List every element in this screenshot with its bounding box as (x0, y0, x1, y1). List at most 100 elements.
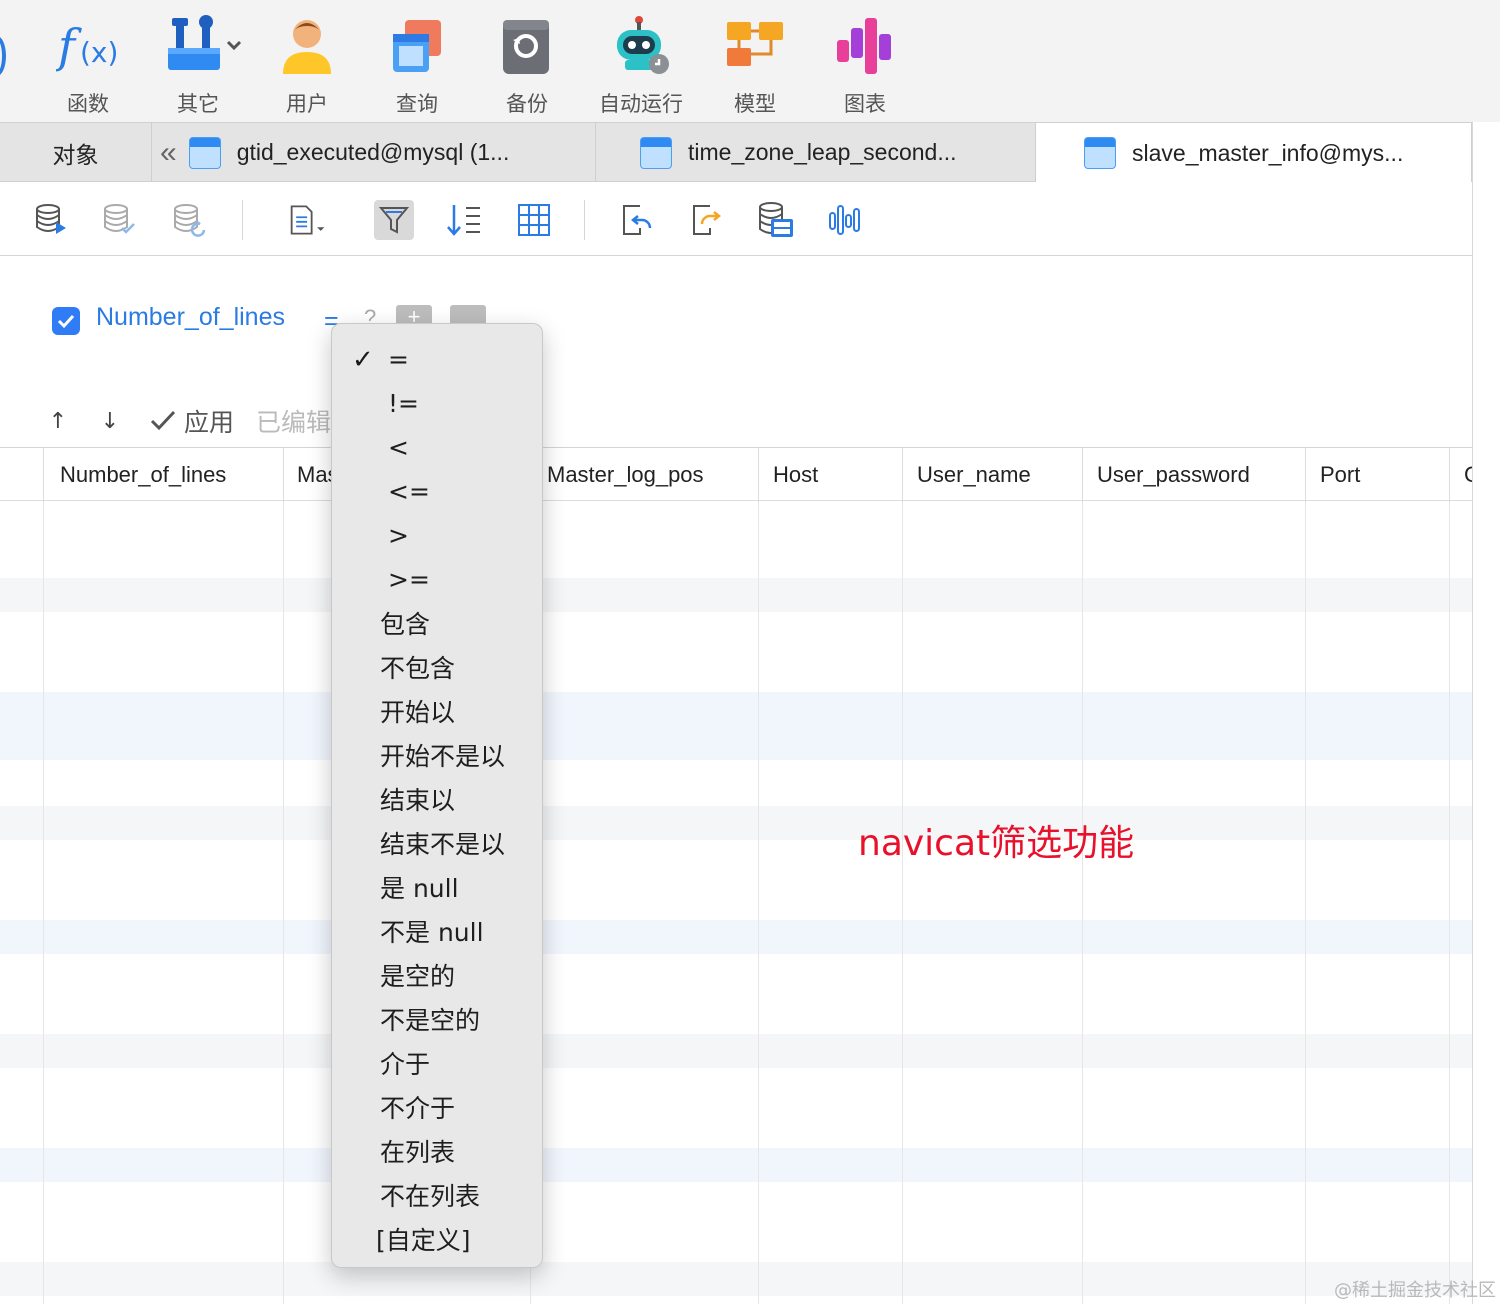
move-up-button[interactable]: ↑ (46, 409, 70, 434)
text-view-button[interactable] (288, 200, 328, 240)
toolbar-label: 其它 (177, 92, 219, 116)
filter-field-link[interactable]: Number_of_lines (96, 303, 285, 332)
operator-option-custom[interactable]: [自定义] (332, 1217, 542, 1261)
begin-transaction-button[interactable] (32, 200, 72, 240)
toolbar-charts-button[interactable]: 图表 (815, 14, 915, 118)
import-button[interactable] (616, 200, 656, 240)
grid-body (0, 501, 1472, 1304)
filter-button[interactable] (374, 200, 414, 240)
operator-option-equals[interactable]: ✓ = (332, 337, 542, 381)
table-row[interactable] (0, 578, 1472, 612)
operator-option-in-list[interactable]: 在列表 (332, 1129, 542, 1173)
annotation-text: navicat筛选功能 (858, 823, 1135, 864)
toolbar-label: 备份 (506, 92, 548, 116)
export-button[interactable] (686, 200, 726, 240)
tools-icon (166, 14, 242, 78)
table-row[interactable] (0, 1148, 1472, 1182)
tab-label: time_zone_leap_second... (688, 139, 957, 165)
operator-option-begins-with[interactable]: 开始以 (332, 689, 542, 733)
operator-option-greater-than[interactable]: > (332, 513, 542, 557)
begin-transaction-icon (36, 204, 66, 234)
operator-option-not-equals[interactable]: != (332, 381, 542, 425)
column-header-host[interactable]: Host (758, 448, 902, 502)
sort-icon (447, 205, 480, 236)
model-icon (723, 14, 787, 78)
table-row[interactable] (0, 692, 1472, 726)
filter-icon (378, 207, 410, 234)
import-icon (623, 205, 652, 235)
connection-icon[interactable] (0, 36, 6, 76)
operator-option-is-empty[interactable]: 是空的 (332, 953, 542, 997)
operator-option-is-not-empty[interactable]: 不是空的 (332, 997, 542, 1041)
toolbar-user-button[interactable]: 用户 (257, 14, 357, 118)
grid-view-button[interactable] (514, 200, 554, 240)
table-row[interactable] (0, 726, 1472, 760)
operator-option-not-ends-with[interactable]: 结束不是以 (332, 821, 542, 865)
operator-option-is-not-null[interactable]: 不是 null (332, 909, 542, 953)
checkmark-icon: ✓ (352, 345, 374, 375)
data-generation-icon (759, 202, 793, 237)
text-view-icon (290, 205, 325, 235)
tab-label: gtid_executed@mysql (1... (236, 139, 510, 165)
column-header-user-password[interactable]: User_password (1082, 448, 1305, 502)
column-header-master-log-pos[interactable]: Master_log_pos (530, 448, 758, 502)
operator-option-not-between[interactable]: 不介于 (332, 1085, 542, 1129)
commit-icon (104, 204, 135, 234)
table-icon (188, 136, 221, 169)
chevrons-left-icon[interactable]: « (160, 136, 177, 170)
sort-button[interactable] (444, 200, 484, 240)
edited-status: 已编辑 (256, 408, 332, 437)
tab-slave-master-info[interactable]: slave_master_info@mys... (1036, 123, 1472, 183)
table-icon (640, 136, 672, 169)
toolbar-separator (584, 200, 585, 240)
user-icon (275, 14, 339, 78)
column-divider (902, 501, 903, 1304)
operator-option-less-equal[interactable]: <= (332, 469, 542, 513)
apply-button[interactable]: 应用 (184, 403, 234, 439)
toolbar-functions-button[interactable]: f (x) 函数 (38, 14, 138, 118)
table-row[interactable] (0, 920, 1472, 954)
tab-time-zone-leap-second[interactable]: time_zone_leap_second... (596, 123, 1036, 182)
checkmark-icon (57, 314, 75, 329)
operator-option-ends-with[interactable]: 结束以 (332, 777, 542, 821)
function-icon: f (x) (55, 14, 120, 78)
tab-objects[interactable]: 对象 (0, 123, 152, 182)
backup-icon (495, 14, 559, 78)
toolbar-other-button[interactable]: 其它 (148, 14, 248, 118)
right-gutter (1472, 122, 1500, 1304)
toolbar-label: 自动运行 (599, 92, 683, 116)
column-header-number-of-lines[interactable]: Number_of_lines (43, 448, 283, 502)
rollback-button[interactable] (170, 200, 210, 240)
operator-option-contains[interactable]: 包含 (332, 601, 542, 645)
toolbar-backup-button[interactable]: 备份 (477, 14, 577, 118)
operator-option-not-begins-with[interactable]: 开始不是以 (332, 733, 542, 777)
table-row[interactable] (0, 1034, 1472, 1068)
table-row[interactable] (0, 1262, 1472, 1296)
toolbar-query-button[interactable]: 查询 (367, 14, 467, 118)
operator-option-between[interactable]: 介于 (332, 1041, 542, 1085)
column-header-port[interactable]: Port (1305, 448, 1449, 502)
toolbar-automation-button[interactable]: 自动运行 (591, 14, 691, 118)
operator-option-not-in-list[interactable]: 不在列表 (332, 1173, 542, 1217)
operator-option-is-null[interactable]: 是 null (332, 865, 542, 909)
main-toolbar: f (x) 函数 其它 用户 查询 备份 自动运行 模型 图表 (0, 0, 1500, 122)
tab-bar: 对象 « gtid_executed@mysql (1... time_zone… (0, 122, 1472, 183)
operator-option-greater-equal[interactable]: >= (332, 557, 542, 601)
filter-enabled-checkbox[interactable] (52, 307, 80, 335)
operator-option-less-than[interactable]: < (332, 425, 542, 469)
column-header-user-name[interactable]: User_name (902, 448, 1082, 502)
table-row[interactable] (0, 806, 1472, 840)
commit-button[interactable] (100, 200, 140, 240)
column-header-connect-retry[interactable]: Connect_retry (1449, 448, 1472, 502)
chart-view-button[interactable] (826, 200, 866, 240)
operator-option-not-contains[interactable]: 不包含 (332, 645, 542, 689)
toolbar-separator (242, 200, 243, 240)
filter-panel: Number_of_lines = ? + ↑ ↓ 应用 已编辑 (0, 257, 1472, 447)
toolbar-model-button[interactable]: 模型 (705, 14, 805, 118)
move-down-button[interactable]: ↓ (98, 409, 122, 434)
toolbar-label: 查询 (396, 92, 438, 116)
data-grid: Number_of_lines Master_log_name Master_l… (0, 447, 1472, 1304)
tab-gtid-executed[interactable]: « gtid_executed@mysql (1... (152, 123, 596, 182)
data-generation-button[interactable] (756, 200, 796, 240)
table-toolbar (0, 182, 1472, 256)
